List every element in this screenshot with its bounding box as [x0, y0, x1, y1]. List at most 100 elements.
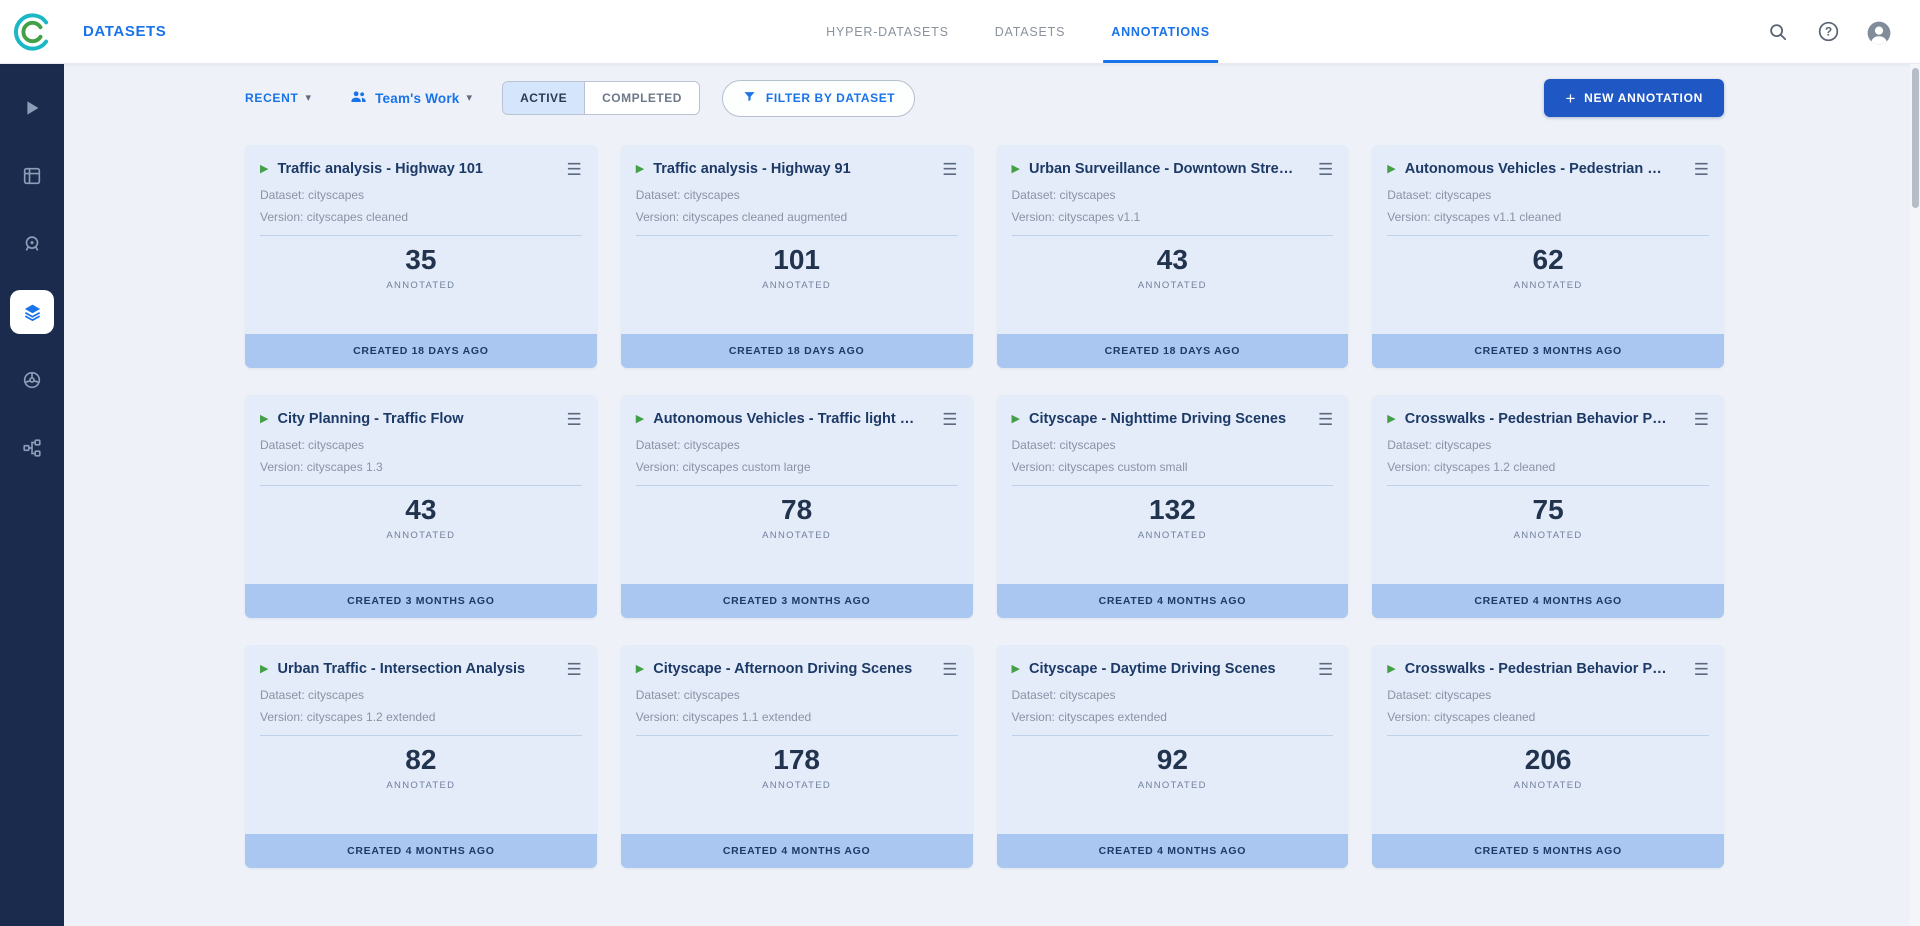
play-icon[interactable]: ▶ [260, 164, 268, 175]
segment-active[interactable]: ACTIVE [503, 82, 584, 114]
card-created-badge: CREATED 3 MONTHS AGO [621, 584, 973, 618]
card-dataset: Dataset: cityscapes [636, 188, 958, 202]
card-title: Cityscape - Afternoon Driving Scenes [653, 661, 927, 677]
card-menu-icon[interactable]: ☰ [567, 161, 582, 178]
annotation-card[interactable]: ▶ Urban Traffic - Intersection Analysis … [245, 645, 597, 868]
annotation-card[interactable]: ▶ Urban Surveillance - Downtown Stre… ☰ … [997, 145, 1349, 368]
svg-text:?: ? [1824, 25, 1831, 39]
card-dataset: Dataset: cityscapes [1387, 438, 1709, 452]
card-created-badge: CREATED 4 MONTHS AGO [997, 584, 1349, 618]
top-bar: DATASETS HYPER-DATASETS DATASETS ANNOTAT… [0, 0, 1920, 64]
play-icon[interactable]: ▶ [636, 164, 644, 175]
annotation-card[interactable]: ▶ Autonomous Vehicles - Pedestrian … ☰ D… [1372, 145, 1724, 368]
card-menu-icon[interactable]: ☰ [942, 411, 957, 428]
annotated-count: 43 [1012, 245, 1334, 276]
annotation-card[interactable]: ▶ Traffic analysis - Highway 101 ☰ Datas… [245, 145, 597, 368]
card-version: Version: cityscapes v1.1 [1012, 210, 1334, 224]
card-divider [636, 485, 958, 486]
annotation-card[interactable]: ▶ Cityscape - Nighttime Driving Scenes ☰… [997, 395, 1349, 618]
annotation-card[interactable]: ▶ Crosswalks - Pedestrian Behavior P… ☰ … [1372, 395, 1724, 618]
camera-icon[interactable] [10, 222, 54, 266]
scope-dropdown[interactable]: Team's Work ▾ [349, 87, 472, 109]
card-created-badge: CREATED 4 MONTHS AGO [997, 834, 1349, 868]
toolbar: RECENT ▾ Team's Work ▾ ACTIVE COMPLETED [64, 78, 1920, 118]
help-icon[interactable]: ? [1816, 20, 1840, 44]
card-title: Cityscape - Daytime Driving Scenes [1029, 661, 1303, 677]
play-icon[interactable] [10, 86, 54, 130]
play-icon[interactable]: ▶ [1012, 664, 1020, 675]
card-dataset: Dataset: cityscapes [260, 188, 582, 202]
annotation-card[interactable]: ▶ Cityscape - Afternoon Driving Scenes ☰… [621, 645, 973, 868]
card-header: ▶ Urban Surveillance - Downtown Stre… ☰ [1012, 158, 1334, 180]
tab-annotations[interactable]: ANNOTATIONS [1111, 0, 1210, 63]
segment-completed[interactable]: COMPLETED [584, 82, 699, 114]
card-header: ▶ Crosswalks - Pedestrian Behavior P… ☰ [1387, 658, 1709, 680]
annotation-card[interactable]: ▶ City Planning - Traffic Flow ☰ Dataset… [245, 395, 597, 618]
tab-datasets[interactable]: DATASETS [995, 0, 1066, 63]
card-menu-icon[interactable]: ☰ [1318, 161, 1333, 178]
card-header: ▶ Autonomous Vehicles - Pedestrian … ☰ [1387, 158, 1709, 180]
card-menu-icon[interactable]: ☰ [1694, 411, 1709, 428]
card-menu-icon[interactable]: ☰ [567, 661, 582, 678]
pipeline-icon[interactable] [10, 426, 54, 470]
annotation-card[interactable]: ▶ Traffic analysis - Highway 91 ☰ Datase… [621, 145, 973, 368]
card-created-badge: CREATED 18 DAYS AGO [245, 334, 597, 368]
user-avatar[interactable] [1866, 20, 1890, 44]
new-annotation-button[interactable]: + NEW ANNOTATION [1544, 79, 1724, 117]
card-header: ▶ Cityscape - Daytime Driving Scenes ☰ [1012, 658, 1334, 680]
card-created-badge: CREATED 4 MONTHS AGO [245, 834, 597, 868]
annotated-label: ANNOTATED [260, 530, 582, 541]
play-icon[interactable]: ▶ [260, 414, 268, 425]
play-icon[interactable]: ▶ [1387, 414, 1395, 425]
filter-button-label: FILTER BY DATASET [766, 91, 895, 105]
card-title: Traffic analysis - Highway 91 [653, 161, 927, 177]
play-icon[interactable]: ▶ [260, 664, 268, 675]
card-body: ▶ Autonomous Vehicles - Pedestrian … ☰ D… [1372, 145, 1724, 334]
card-header: ▶ Crosswalks - Pedestrian Behavior P… ☰ [1387, 408, 1709, 430]
annotation-card[interactable]: ▶ Cityscape - Daytime Driving Scenes ☰ D… [997, 645, 1349, 868]
annotation-cards-grid: ▶ Traffic analysis - Highway 101 ☰ Datas… [64, 145, 1920, 908]
card-menu-icon[interactable]: ☰ [1694, 161, 1709, 178]
play-icon[interactable]: ▶ [636, 664, 644, 675]
card-divider [636, 735, 958, 736]
card-header: ▶ Urban Traffic - Intersection Analysis … [260, 658, 582, 680]
card-title: Crosswalks - Pedestrian Behavior P… [1405, 411, 1679, 427]
filter-by-dataset-button[interactable]: FILTER BY DATASET [722, 80, 915, 117]
card-body: ▶ Crosswalks - Pedestrian Behavior P… ☰ … [1372, 645, 1724, 834]
scope-dropdown-label: Team's Work [375, 91, 459, 106]
annotated-label: ANNOTATED [1387, 780, 1709, 791]
card-menu-icon[interactable]: ☰ [1694, 661, 1709, 678]
card-version: Version: cityscapes extended [1012, 710, 1334, 724]
search-icon[interactable] [1766, 20, 1790, 44]
annotation-card[interactable]: ▶ Autonomous Vehicles - Traffic light … … [621, 395, 973, 618]
card-menu-icon[interactable]: ☰ [1318, 661, 1333, 678]
play-icon[interactable]: ▶ [1012, 164, 1020, 175]
card-title: Autonomous Vehicles - Traffic light … [653, 411, 927, 427]
app-logo-icon[interactable] [11, 10, 55, 54]
scrollbar-thumb[interactable] [1912, 68, 1919, 208]
card-dataset: Dataset: cityscapes [1012, 188, 1334, 202]
annotation-card[interactable]: ▶ Crosswalks - Pedestrian Behavior P… ☰ … [1372, 645, 1724, 868]
card-body: ▶ Cityscape - Nighttime Driving Scenes ☰… [997, 395, 1349, 584]
play-icon[interactable]: ▶ [1387, 664, 1395, 675]
card-menu-icon[interactable]: ☰ [1318, 411, 1333, 428]
new-annotation-label: NEW ANNOTATION [1584, 91, 1703, 105]
card-title: Cityscape - Nighttime Driving Scenes [1029, 411, 1303, 427]
annotated-count: 132 [1012, 495, 1334, 526]
play-icon[interactable]: ▶ [636, 414, 644, 425]
annotated-label: ANNOTATED [260, 780, 582, 791]
sort-dropdown[interactable]: RECENT ▾ [245, 91, 311, 105]
wheel-icon[interactable] [10, 358, 54, 402]
card-created-badge: CREATED 3 MONTHS AGO [245, 584, 597, 618]
grid-icon[interactable] [10, 154, 54, 198]
card-header: ▶ Cityscape - Afternoon Driving Scenes ☰ [636, 658, 958, 680]
play-icon[interactable]: ▶ [1387, 164, 1395, 175]
card-menu-icon[interactable]: ☰ [567, 411, 582, 428]
tab-hyper-datasets[interactable]: HYPER-DATASETS [826, 0, 949, 63]
card-menu-icon[interactable]: ☰ [942, 161, 957, 178]
layers-icon[interactable] [10, 290, 54, 334]
card-menu-icon[interactable]: ☰ [942, 661, 957, 678]
annotated-count: 75 [1387, 495, 1709, 526]
play-icon[interactable]: ▶ [1012, 414, 1020, 425]
vertical-scrollbar[interactable] [1910, 64, 1920, 926]
